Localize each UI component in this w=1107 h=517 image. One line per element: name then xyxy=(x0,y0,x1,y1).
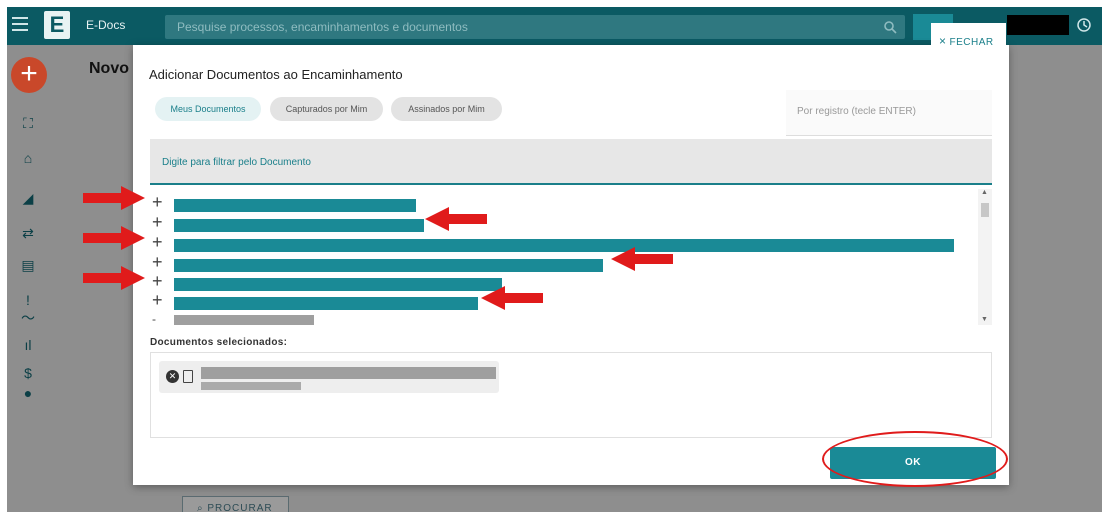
scroll-down-icon[interactable]: ▼ xyxy=(981,316,988,323)
scroll-up-icon[interactable]: ▲ xyxy=(981,189,988,196)
annotation-arrow-left-icon xyxy=(611,247,673,271)
redacted-document-name xyxy=(174,278,502,291)
swap-icon[interactable]: ⇄ xyxy=(19,225,37,241)
tab-assinados-por-mim[interactable]: Assinados por Mim xyxy=(391,97,502,121)
close-button[interactable]: × FECHAR xyxy=(931,23,1006,51)
redacted-document-detail xyxy=(201,382,301,390)
tab-capturados-por-mim[interactable]: Capturados por Mim xyxy=(270,97,383,121)
list-item[interactable]: + xyxy=(150,193,970,214)
tab-meus-documentos[interactable]: Meus Documentos xyxy=(155,97,261,121)
scroll-thumb[interactable] xyxy=(981,203,989,217)
trend-icon[interactable]: 〜 xyxy=(19,310,37,326)
selected-documents-box: ✕ xyxy=(150,352,992,438)
annotation-arrow-left-icon xyxy=(481,286,543,310)
annotation-arrow-left-icon xyxy=(425,207,487,231)
redacted-document-name xyxy=(174,259,603,272)
procurar-button[interactable]: ⌕ PROCURAR xyxy=(182,496,289,512)
help-icon[interactable]: ● xyxy=(19,385,37,401)
annotation-arrow-right-icon xyxy=(83,186,145,210)
plus-icon[interactable]: + xyxy=(152,233,163,251)
app-logo[interactable]: E xyxy=(44,11,70,39)
fullscreen-icon[interactable]: ⛶ xyxy=(19,115,37,131)
search-placeholder: Pesquise processos, encaminhamentos e do… xyxy=(177,20,468,34)
modal-title: Adicionar Documentos ao Encaminhamento xyxy=(149,67,403,82)
redacted-document-name xyxy=(174,239,954,252)
annotation-arrow-right-icon xyxy=(83,226,145,250)
history-icon[interactable] xyxy=(1076,17,1092,33)
hamburger-menu-icon[interactable] xyxy=(12,17,28,31)
dollar-icon[interactable]: $ xyxy=(19,365,37,381)
redacted-document-name xyxy=(174,315,314,325)
procurar-label: PROCURAR xyxy=(207,503,273,512)
redacted-document-name xyxy=(174,219,424,232)
bar-chart-icon[interactable]: ıl xyxy=(19,337,37,353)
plus-icon[interactable]: + xyxy=(152,193,163,211)
redacted-document-name xyxy=(201,367,496,379)
redacted-user-name xyxy=(1007,15,1069,35)
registro-placeholder: Por registro (tecle ENTER) xyxy=(797,106,916,117)
document-icon[interactable]: ▤ xyxy=(19,257,37,273)
close-icon: × xyxy=(939,34,947,48)
minus-icon[interactable]: - xyxy=(152,310,156,325)
annotation-circle xyxy=(822,431,1008,487)
add-fab-button[interactable]: + xyxy=(11,57,47,93)
list-item[interactable]: - xyxy=(150,310,970,325)
add-documents-modal: Adicionar Documentos ao Encaminhamento M… xyxy=(133,45,1009,485)
search-small-icon: ⌕ xyxy=(197,503,208,512)
redacted-document-name xyxy=(174,199,416,212)
app-name: E-Docs xyxy=(86,18,126,32)
global-search-input[interactable]: Pesquise processos, encaminhamentos e do… xyxy=(165,15,905,39)
list-item[interactable]: + xyxy=(150,291,970,312)
document-filter-input[interactable]: Digite para filtrar pelo Documento xyxy=(150,139,992,185)
registro-input[interactable]: Por registro (tecle ENTER) xyxy=(786,90,992,136)
redacted-document-name xyxy=(174,297,478,310)
home-icon[interactable]: ⌂ xyxy=(19,150,37,166)
plus-icon[interactable]: + xyxy=(152,213,163,231)
list-item[interactable]: + xyxy=(150,253,970,274)
plus-icon[interactable]: + xyxy=(152,253,163,271)
remove-icon[interactable]: ✕ xyxy=(166,370,179,383)
plus-icon[interactable]: + xyxy=(152,272,163,290)
info-icon[interactable]: ! xyxy=(19,292,37,308)
plus-icon[interactable]: + xyxy=(152,291,163,309)
search-icon[interactable] xyxy=(883,20,897,34)
list-item[interactable]: + xyxy=(150,233,970,254)
close-label: FECHAR xyxy=(949,37,994,48)
list-item[interactable]: + xyxy=(150,272,970,293)
selected-document-chip: ✕ xyxy=(159,361,499,393)
annotation-arrow-right-icon xyxy=(83,266,145,290)
list-item[interactable]: + xyxy=(150,213,970,234)
filter-placeholder: Digite para filtrar pelo Documento xyxy=(162,157,311,168)
selected-documents-label: Documentos selecionados: xyxy=(150,337,288,348)
document-list: + + + + + + - ▲ ▼ xyxy=(150,189,992,325)
app-frame: E E-Docs Pesquise processos, encaminhame… xyxy=(7,7,1102,512)
file-icon xyxy=(183,370,193,383)
folder-icon[interactable]: ◢ xyxy=(19,190,37,206)
page-title: Novo xyxy=(89,60,129,77)
scrollbar[interactable]: ▲ ▼ xyxy=(978,189,992,325)
